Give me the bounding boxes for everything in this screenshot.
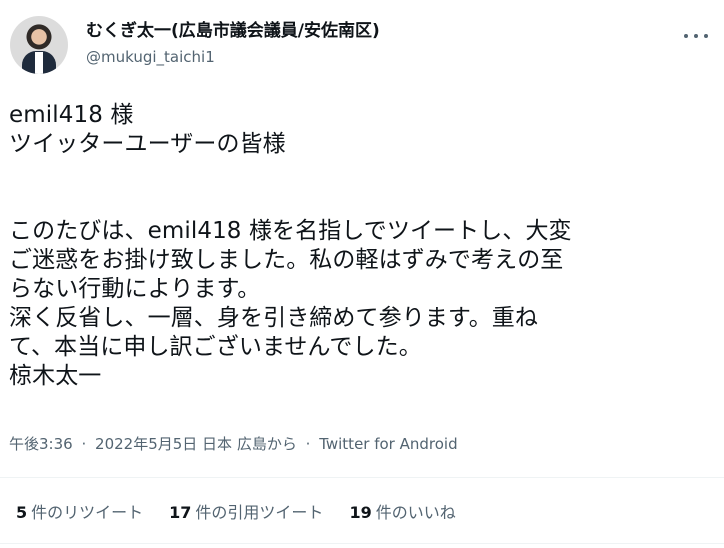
like-label: 件のいいね [375, 503, 456, 522]
more-options-button[interactable] [684, 30, 708, 42]
tweet-header: むくぎ太一(広島市議会議員/安佐南区) @mukugi_taichi1 [8, 12, 716, 74]
more-horizontal-icon-dot-3 [704, 34, 708, 38]
tweet-time[interactable]: 午後3:36 [9, 435, 73, 453]
tweet-client[interactable]: Twitter for Android [319, 435, 457, 453]
meta-separator: · [305, 435, 311, 453]
tweet-metadata: 午後3:36 · 2022年5月5日 日本 広島から · Twitter for… [9, 433, 458, 455]
author-display-name[interactable]: むくぎ太一(広島市議会議員/安佐南区) [86, 21, 646, 42]
engagement-stats: 5 件のリツイート 17 件の引用ツイート 19 件のいいね [16, 502, 482, 524]
tweet-text-line: て、本当に申し訳ございませんでした。 [9, 334, 422, 360]
retweet-label: 件のリツイート [31, 503, 144, 522]
more-horizontal-icon [684, 34, 688, 38]
likes-stat[interactable]: 19 件のいいね [349, 502, 455, 524]
like-count: 19 [349, 503, 372, 522]
tweet-text-line: このたびは、emil418 様を名指しでツイートし、大変 [9, 218, 572, 244]
tweet-text: emil418 様 ツイッターユーザーの皆様 このたびは、emil418 様を名… [9, 100, 709, 390]
avatar[interactable] [10, 16, 68, 74]
more-horizontal-icon-dot-2 [694, 34, 698, 38]
tweet-card: むくぎ太一(広島市議会議員/安佐南区) @mukugi_taichi1 emil… [0, 0, 724, 548]
meta-separator: · [81, 435, 87, 453]
quote-tweets-stat[interactable]: 17 件の引用ツイート [169, 502, 323, 524]
tweet-text-line: emil418 様 [9, 102, 134, 128]
retweet-count: 5 [16, 503, 28, 522]
tweet-text-line: ツイッターユーザーの皆様 [9, 131, 286, 157]
tweet-date-location[interactable]: 2022年5月5日 日本 広島から [95, 435, 297, 453]
quote-count: 17 [169, 503, 192, 522]
tweet-text-line: ご迷惑をお掛け致しました。私の軽はずみで考えの至 [9, 247, 564, 273]
tweet-text-line: らない行動によります。 [9, 276, 261, 302]
retweets-stat[interactable]: 5 件のリツイート [16, 502, 143, 524]
divider [0, 477, 724, 478]
tweet-text-line: 深く反省し、一層、身を引き締めて参ります。重ね [9, 305, 538, 331]
tweet-text-line: 椋木太一 [9, 363, 102, 389]
quote-label: 件の引用ツイート [195, 503, 324, 522]
divider-bottom [0, 543, 724, 544]
author-names: むくぎ太一(広島市議会議員/安佐南区) @mukugi_taichi1 [86, 21, 646, 67]
author-handle[interactable]: @mukugi_taichi1 [86, 47, 646, 67]
